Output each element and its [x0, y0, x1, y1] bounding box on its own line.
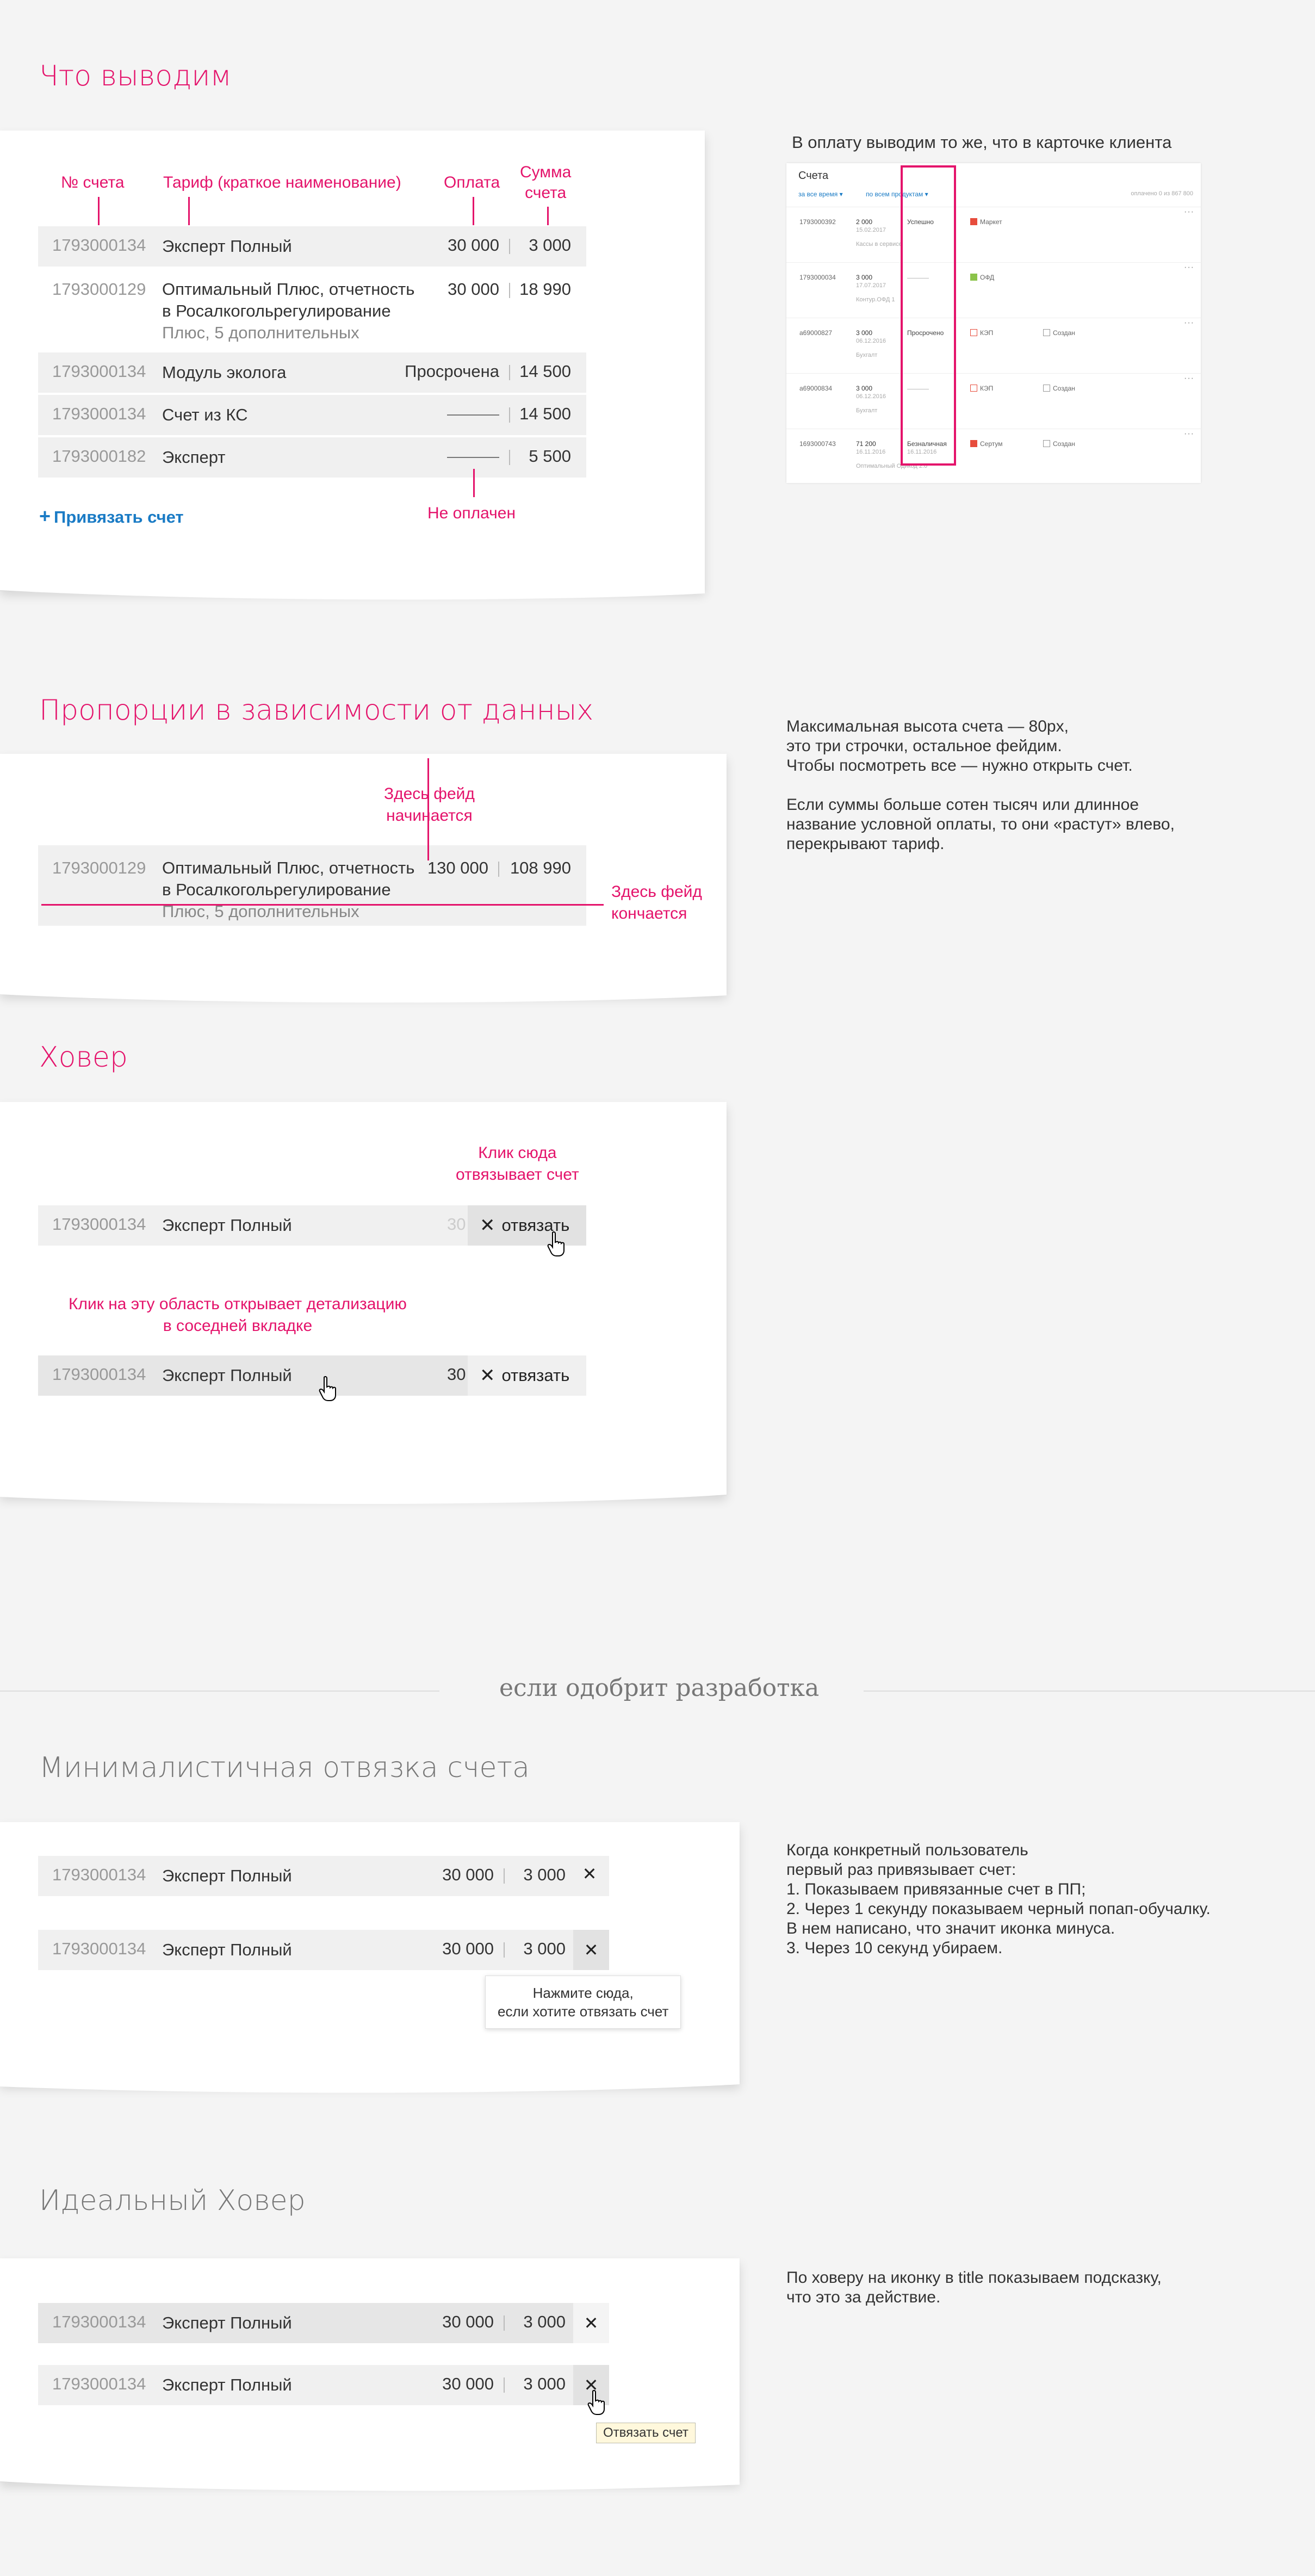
annotation-sum: Сумма счета [520, 163, 572, 202]
invoice-row[interactable]: 1793000134 Эксперт Полный 30 000 3 000 ✕ [38, 2365, 609, 2405]
card-minimal-unbind: 1793000134 Эксперт Полный 30 000 3 000 ✕… [0, 1822, 740, 2093]
annotation-fade-end: Здесь фейд кончается [611, 883, 702, 922]
hand-cursor-icon [587, 2389, 605, 2415]
unbind-button[interactable]: ✕ отвязать [468, 1205, 586, 1246]
annotation-fade-start: Здесь фейд начинается [384, 785, 475, 825]
annotation-payment: Оплата [444, 174, 500, 191]
annotation-invoice-number: № счета [61, 174, 125, 191]
annotation-click-details: Клик на эту область открывает детализаци… [69, 1295, 407, 1335]
title-tooltip: Отвязать счет [596, 2423, 696, 2443]
divider-line-right [864, 1691, 1315, 1692]
invoice-row[interactable]: 1793000134 Эксперт Полный 30 000 3 000 ✕ [38, 2303, 609, 2343]
annotation-unpaid: Не оплачен [427, 504, 516, 522]
divider-text: если одобрит разработка [499, 1674, 820, 1702]
invoice-row-hover-details[interactable]: 1793000134 Эксперт Полный 30 ✕ отвязать [38, 1355, 586, 1396]
invoice-row[interactable]: 1793000134 Эксперт Полный 30 000 3 000 ✕ [38, 1930, 609, 1970]
card-hover: Клик сюда отвязывает счет 1793000134 Эксп… [0, 1102, 727, 1504]
section-title-proportions: Пропорции в зависимости от данных [39, 694, 594, 727]
card-invoices-list: № счета Тариф (краткое наименование) Опл… [0, 131, 705, 600]
close-icon[interactable]: ✕ [573, 1930, 609, 1970]
hand-cursor-icon [319, 1376, 336, 1401]
close-icon[interactable]: ✕ [573, 2303, 609, 2343]
invoice-row[interactable]: 1793000134 Эксперт Полный 30 000 3 000 ✕ [38, 1856, 609, 1896]
annotation-tariff: Тариф (краткое наименование) [163, 174, 401, 191]
section-title-ideal-hover: Идеальный Ховер [39, 2184, 306, 2217]
invoice-row[interactable]: 1793000134 Счет из КС 14 500 [38, 395, 586, 435]
card-ideal-hover: 1793000134 Эксперт Полный 30 000 3 000 ✕… [0, 2258, 740, 2491]
note-proportions: Максимальная высота счета — 80px, это тр… [786, 717, 1175, 853]
invoice-row-hover-unbind[interactable]: 1793000134 Эксперт Полный 30 ✕ отвязать [38, 1205, 586, 1246]
close-icon[interactable]: ✕ [573, 1863, 606, 1884]
invoice-row[interactable]: 1793000129 Оптимальный Плюс, отчетность … [38, 267, 586, 347]
hand-cursor-icon [547, 1231, 565, 1256]
section-title-what-we-show: Что выводим [39, 60, 232, 92]
invoice-row[interactable]: 1793000134 Эксперт Полный 30 000 3 000 [38, 226, 586, 267]
note-ideal-hover: По ховеру на иконку в title показываем п… [786, 2269, 1162, 2306]
onboarding-tooltip: Нажмите сюда, если хотите отвязать счет [485, 1976, 681, 2029]
invoice-row[interactable]: 1793000129 Оптимальный Плюс, отчетность … [38, 845, 586, 926]
invoice-row[interactable]: 1793000182 Эксперт 5 500 [38, 437, 586, 478]
note-minimal-unbind: Когда конкретный пользователь первый раз… [786, 1841, 1211, 1957]
client-card-screenshot: Счета за все время ▾ по всем продуктам ▾… [786, 163, 1201, 483]
card-proportions: Здесь фейд начинается 1793000129 Оптималь… [0, 754, 727, 1003]
close-icon: ✕ [480, 1215, 495, 1236]
note-same-as-card: В оплату выводим то же, что в карточке к… [792, 133, 1172, 152]
plus-icon: + [39, 505, 51, 527]
section-title-minimal-unbind: Минималистичная отвязка счета [39, 1751, 530, 1784]
section-title-hover: Ховер [39, 1041, 128, 1074]
close-icon: ✕ [480, 1365, 495, 1386]
bind-invoice-link[interactable]: + Привязать счет [39, 505, 184, 528]
divider-line-left [0, 1691, 439, 1692]
invoice-row[interactable]: 1793000134 Модуль эколога Просрочена 14 … [38, 352, 586, 393]
annotation-click-unbind: Клик сюда отвязывает счет [456, 1144, 579, 1184]
unbind-button[interactable]: ✕ отвязать [468, 1355, 586, 1396]
